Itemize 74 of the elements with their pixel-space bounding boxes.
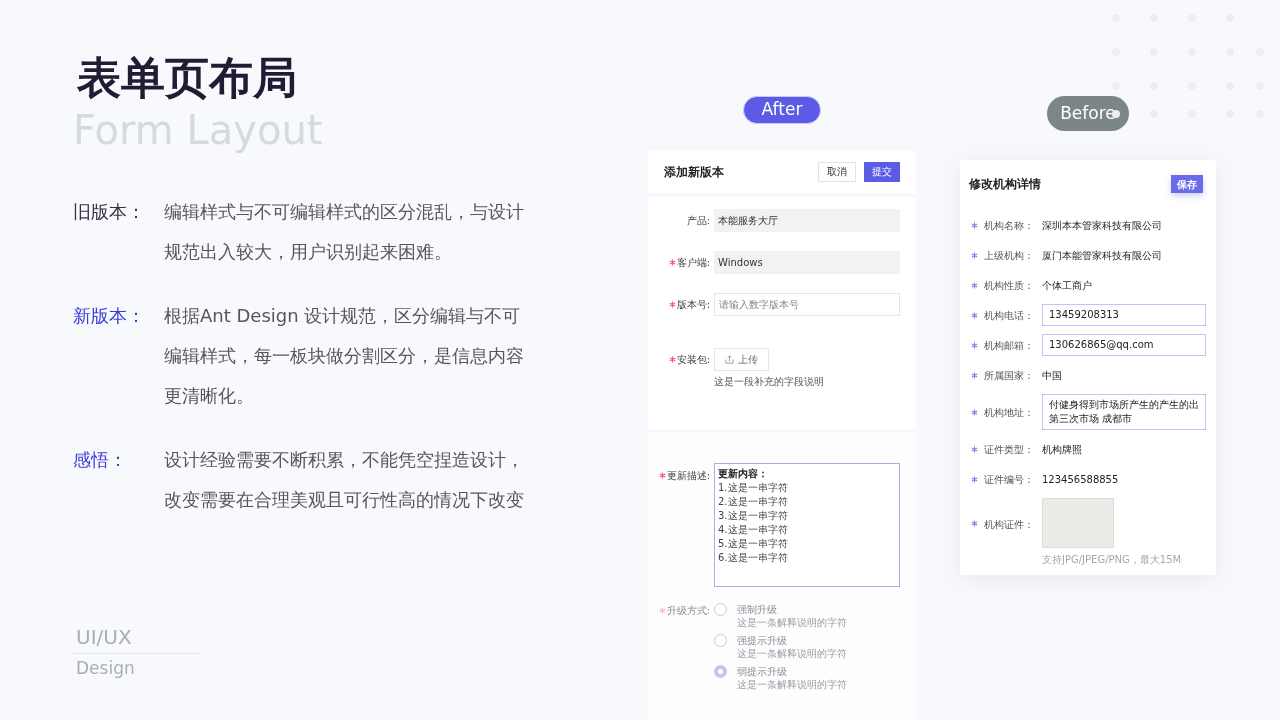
card-title: 添加新版本 [664,163,724,181]
footer-label: UI/UX [75,625,132,649]
field-hint: 支持JPG/JPEG/PNG，最大15M [1042,553,1182,567]
radio-button[interactable] [714,664,727,678]
note-label: 感悟： [73,448,128,472]
field-label: 客户端: [676,255,710,270]
field-label: 机构电话： [984,308,1035,323]
field-label: 证件编号： [984,472,1035,487]
field-label: 版本号: [676,297,710,312]
readonly-field: Windows [714,250,900,274]
note-text: 设计经验需要不断积累，不能凭空捏造设计，改变需要在合理美观且可行性高的情况下改变 [164,448,525,512]
field-label: 机构性质： [984,278,1035,293]
asterisk-icon [971,408,978,416]
text-line: 1.这是一串字符 [718,480,788,495]
field-label: 机构证件： [984,518,1035,532]
asterisk-icon [971,311,978,319]
field-value: 个体工商户 [1042,278,1092,293]
asterisk-icon [971,221,978,229]
field-label: 安装包: [676,352,710,367]
field-hint: 这是一段补充的字段说明 [714,374,824,389]
page-title: 表单页布局 [77,51,297,105]
text-line: 5.这是一串字符 [718,536,788,551]
note-text: 根据Ant Design 设计规范，区分编辑与不可编辑样式，每一板块做分割区分，是信息内容更清晰化。 [164,304,525,408]
note-label: 新版本： [73,304,146,328]
readonly-field: 本能服务大厅 [714,208,900,232]
text-line: 6.这是一串字符 [718,550,788,565]
asterisk-icon [971,371,978,379]
option-label: 强提示升级 [737,633,787,647]
asterisk-icon [971,341,978,349]
certificate-image [1042,498,1114,548]
field-value: 中国 [1042,368,1062,383]
note-label: 旧版本： [73,200,146,224]
asterisk-icon [971,520,978,527]
field-value: 机构牌照 [1042,442,1082,457]
field-value: 123456588855 [1042,472,1119,487]
field-label: 升级方式: [666,603,710,618]
upload-button[interactable]: 上传 [714,347,769,371]
option-label: 强制升级 [737,602,777,616]
input-field[interactable]: 付健身得到市场所产生的产生的出第三次市场 成都市 [1042,394,1206,430]
text-line: 3.这是一串字符 [718,508,788,523]
radio-button[interactable] [714,633,727,647]
input-field[interactable]: 请输入数字版本号 [714,292,900,316]
input-field[interactable]: 130626865@qq.com [1042,334,1206,356]
field-label: 机构邮箱： [984,338,1035,353]
field-label: 所属国家： [984,368,1035,383]
save-button[interactable]: 保存 [1171,175,1203,193]
field-label: 更新描述: [666,468,710,483]
asterisk-icon [971,251,978,259]
footer-label: Design [75,657,135,680]
card-title: 修改机构详情 [969,176,1041,193]
cancel-button[interactable]: 取消 [818,161,856,182]
field-value: 厦门本能管家科技有限公司 [1042,248,1162,263]
text-area[interactable]: 更新内容： 1.这是一串字符 2.这是一串字符 3.这是一串字符 4.这是一串字符 5.这是一串字符 6.这是一串字符 [714,462,900,587]
option-label: 弱提示升级 [737,664,787,678]
asterisk-icon [971,445,978,453]
text-line: 4.这是一串字符 [718,522,788,537]
radio-button[interactable] [714,602,727,616]
asterisk-icon [971,475,978,483]
text-line: 更新内容： [718,466,768,481]
asterisk-icon [971,281,978,289]
field-label: 机构名称： [984,218,1035,233]
after-tag: After [743,96,821,124]
note-text: 编辑样式与不可编辑样式的区分混乱，与设计规范出入较大，用户识别起来困难。 [164,200,525,264]
field-label: 上级机构： [984,248,1035,263]
submit-button[interactable]: 提交 [864,161,900,182]
field-label: 证件类型： [984,442,1035,457]
field-value: 深圳本本管家科技有限公司 [1042,218,1162,233]
before-tag: Before [1047,96,1129,131]
field-label: 机构地址： [984,405,1035,420]
field-label: 产品: [686,213,710,228]
input-field[interactable]: 13459208313 [1042,304,1206,326]
asterisk-icon [658,606,666,614]
text-line: 2.这是一串字符 [718,494,788,509]
upload-icon [725,354,734,364]
